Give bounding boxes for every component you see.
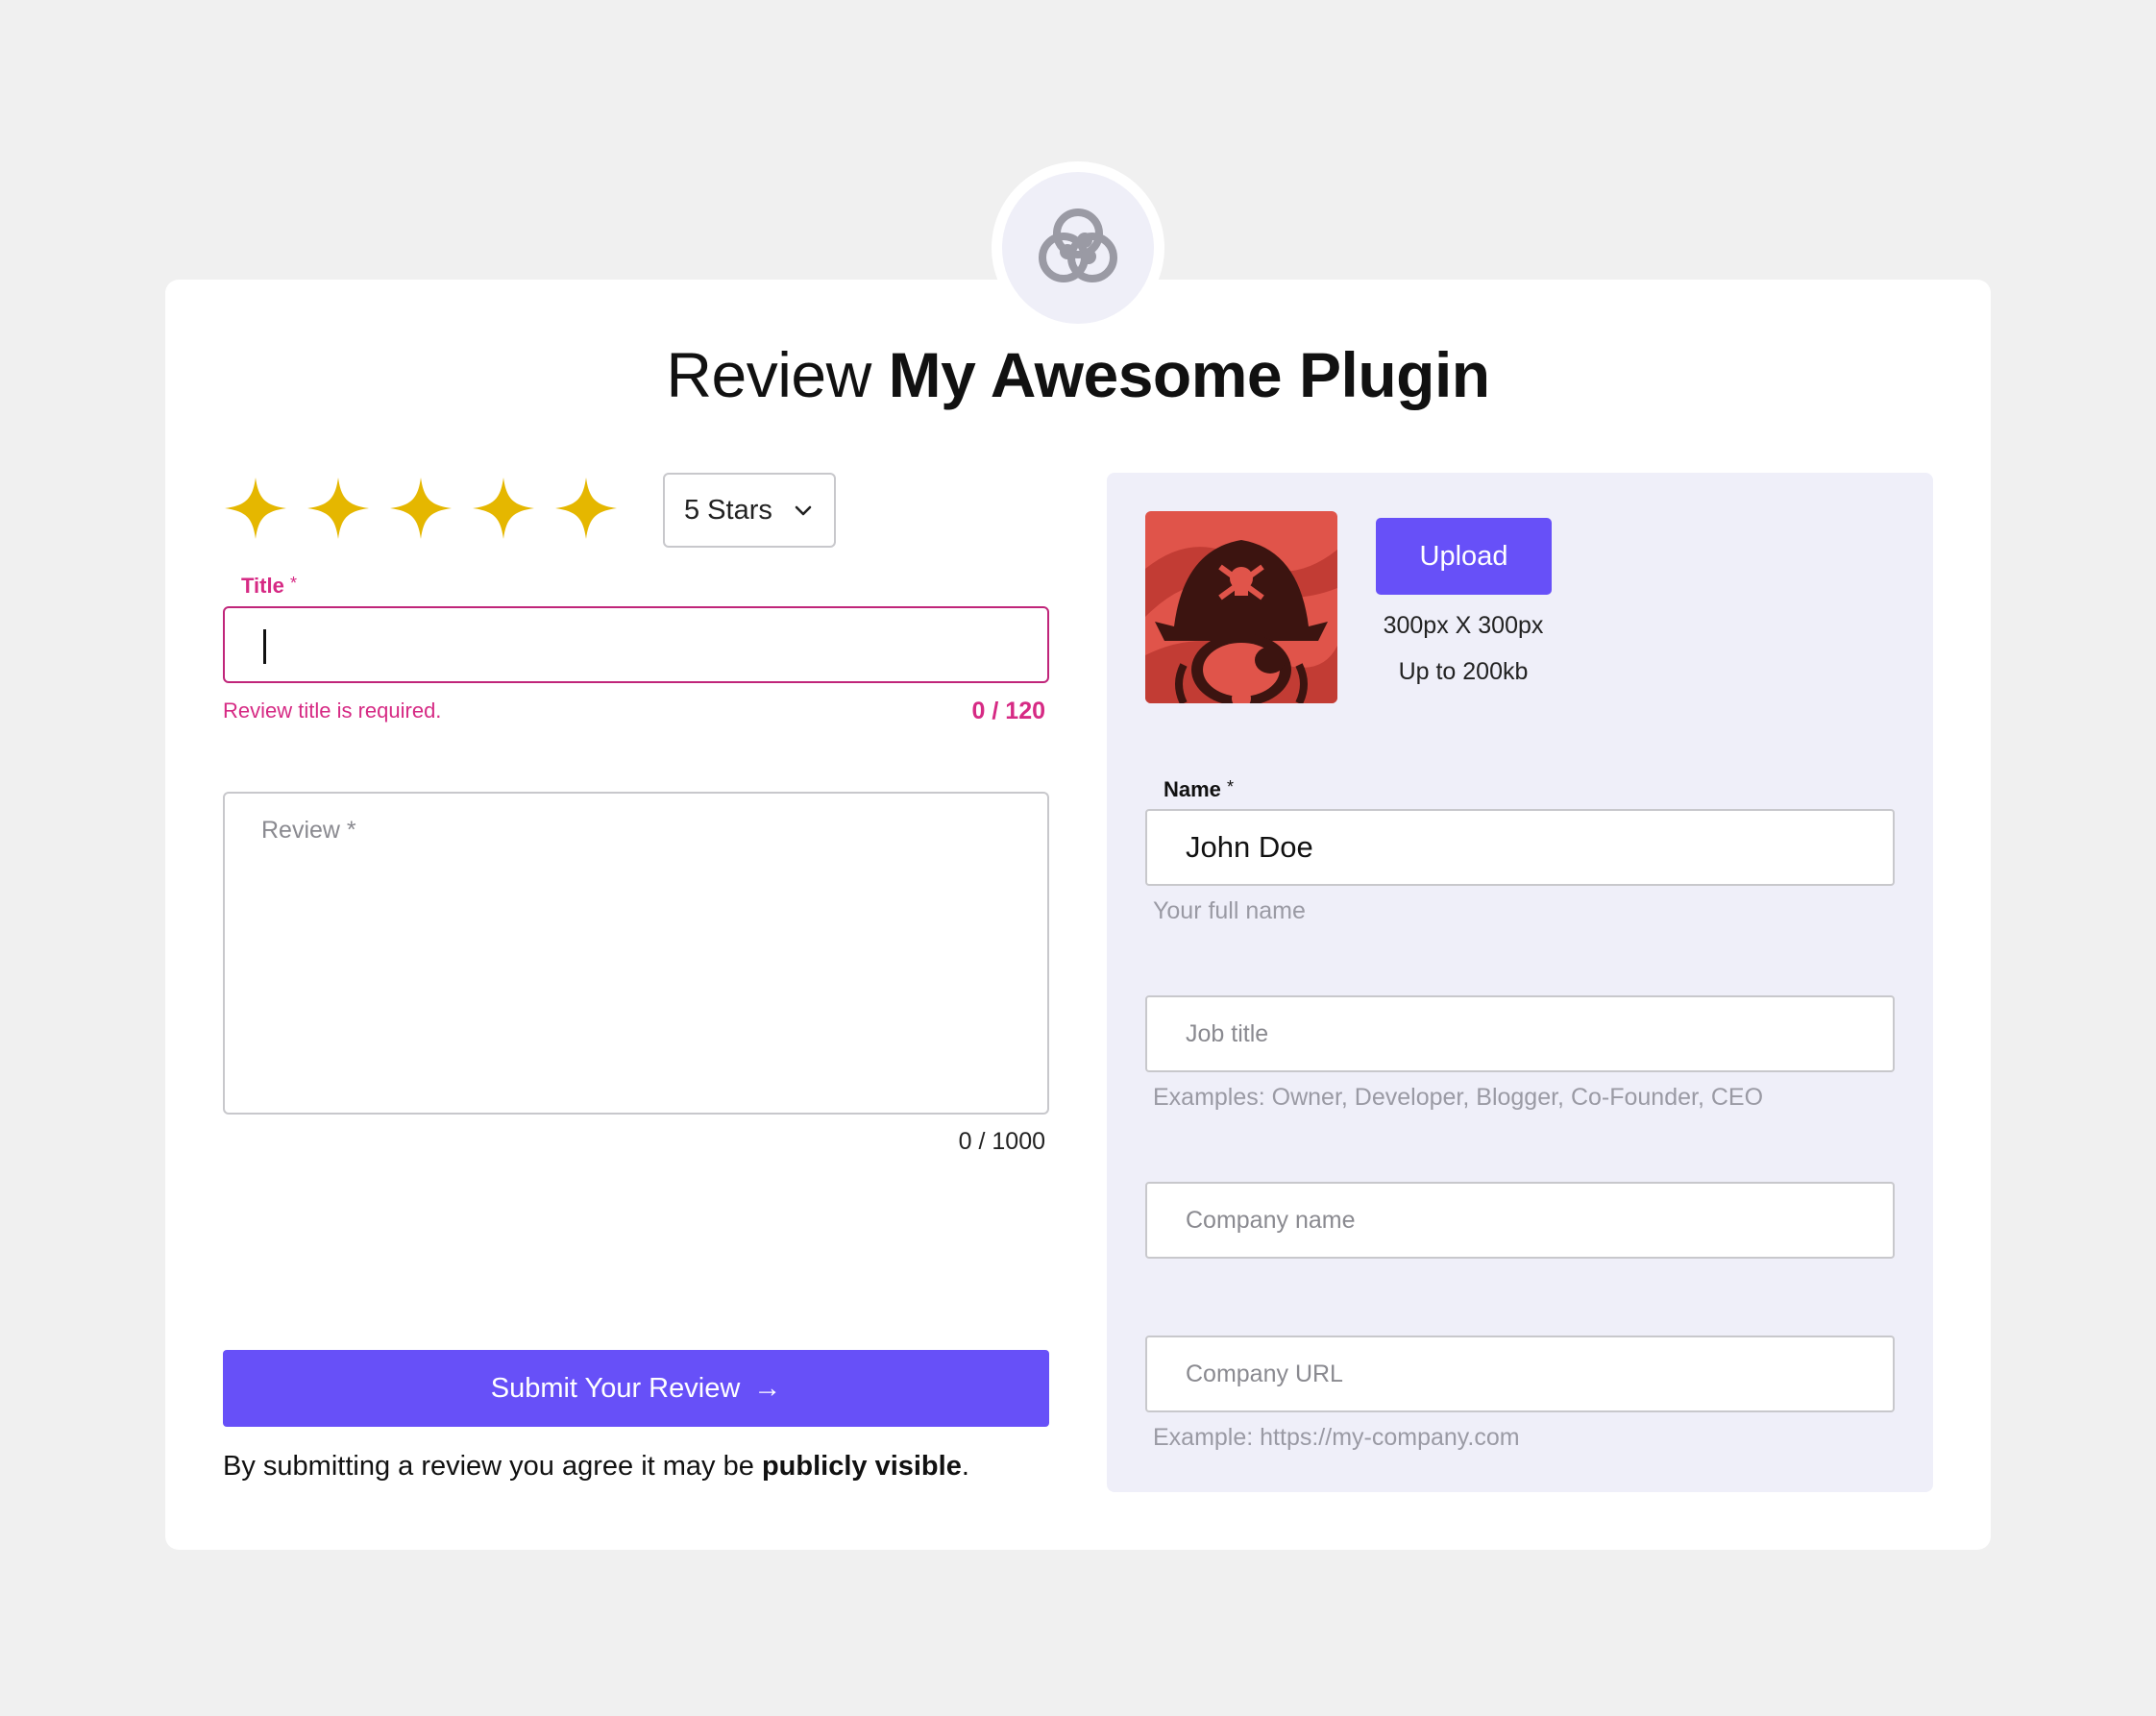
- star-icon[interactable]: [473, 478, 534, 539]
- title-label-text: Title: [241, 574, 284, 598]
- job-title-placeholder: Job title: [1186, 1019, 1269, 1047]
- star-count-select[interactable]: 5 Stars: [663, 473, 836, 548]
- visibility-disclaimer: By submitting a review you agree it may …: [223, 1451, 969, 1483]
- company-url-input[interactable]: Company URL: [1145, 1336, 1895, 1412]
- title-error-message: Review title is required.: [223, 699, 442, 723]
- star-icon[interactable]: [555, 478, 617, 539]
- pirate-avatar-image: [1145, 511, 1337, 703]
- submit-label: Submit Your Review: [490, 1372, 741, 1404]
- page-title-prefix: Review: [666, 339, 871, 410]
- company-name-placeholder: Company name: [1186, 1206, 1356, 1234]
- name-helper-text: Your full name: [1153, 897, 1306, 924]
- upload-size-hint: Up to 200kb: [1398, 658, 1529, 685]
- arrow-right-icon: →: [753, 1372, 782, 1404]
- company-url-placeholder: Company URL: [1186, 1360, 1343, 1387]
- required-mark: *: [1227, 777, 1235, 797]
- submit-review-button[interactable]: Submit Your Review →: [223, 1350, 1049, 1427]
- job-title-input[interactable]: Job title: [1145, 995, 1895, 1072]
- chevron-down-icon: [795, 505, 812, 516]
- star-count-value: 5 Stars: [684, 494, 772, 526]
- job-title-helper-text: Examples: Owner, Developer, Blogger, Co-…: [1153, 1084, 1764, 1111]
- brand-logo: [992, 161, 1164, 334]
- disclaimer-text: By submitting a review you agree it may …: [223, 1451, 754, 1482]
- star-icon[interactable]: [307, 478, 369, 539]
- page-title: Review My Awesome Plugin: [0, 331, 2156, 418]
- review-char-counter: 0 / 1000: [958, 1128, 1045, 1155]
- title-label: Title *: [241, 574, 297, 599]
- review-textarea[interactable]: Review *: [223, 792, 1049, 1115]
- logo-disc: [1002, 172, 1154, 324]
- avatar: [1145, 511, 1337, 703]
- plugin-name: My Awesome Plugin: [888, 339, 1490, 410]
- company-url-helper-text: Example: https://my-company.com: [1153, 1424, 1520, 1451]
- triple-circle-logo-icon: [1039, 208, 1117, 282]
- required-mark: *: [289, 574, 297, 593]
- text-caret: [263, 629, 266, 664]
- upload-avatar-button[interactable]: Upload: [1376, 518, 1552, 595]
- title-input[interactable]: [223, 606, 1049, 683]
- star-icon[interactable]: [225, 478, 286, 539]
- name-value: John Doe: [1186, 830, 1313, 864]
- upload-dimensions-hint: 300px X 300px: [1383, 612, 1544, 639]
- review-placeholder: Review *: [261, 817, 356, 844]
- star-rating[interactable]: [225, 478, 617, 539]
- title-char-counter: 0 / 120: [971, 698, 1045, 724]
- company-name-input[interactable]: Company name: [1145, 1182, 1895, 1259]
- name-label: Name *: [1164, 777, 1234, 802]
- disclaimer-bold: publicly visible: [761, 1451, 962, 1482]
- disclaimer-end: .: [961, 1451, 969, 1482]
- name-label-text: Name: [1164, 777, 1221, 801]
- star-icon[interactable]: [390, 478, 452, 539]
- name-input[interactable]: John Doe: [1145, 809, 1895, 886]
